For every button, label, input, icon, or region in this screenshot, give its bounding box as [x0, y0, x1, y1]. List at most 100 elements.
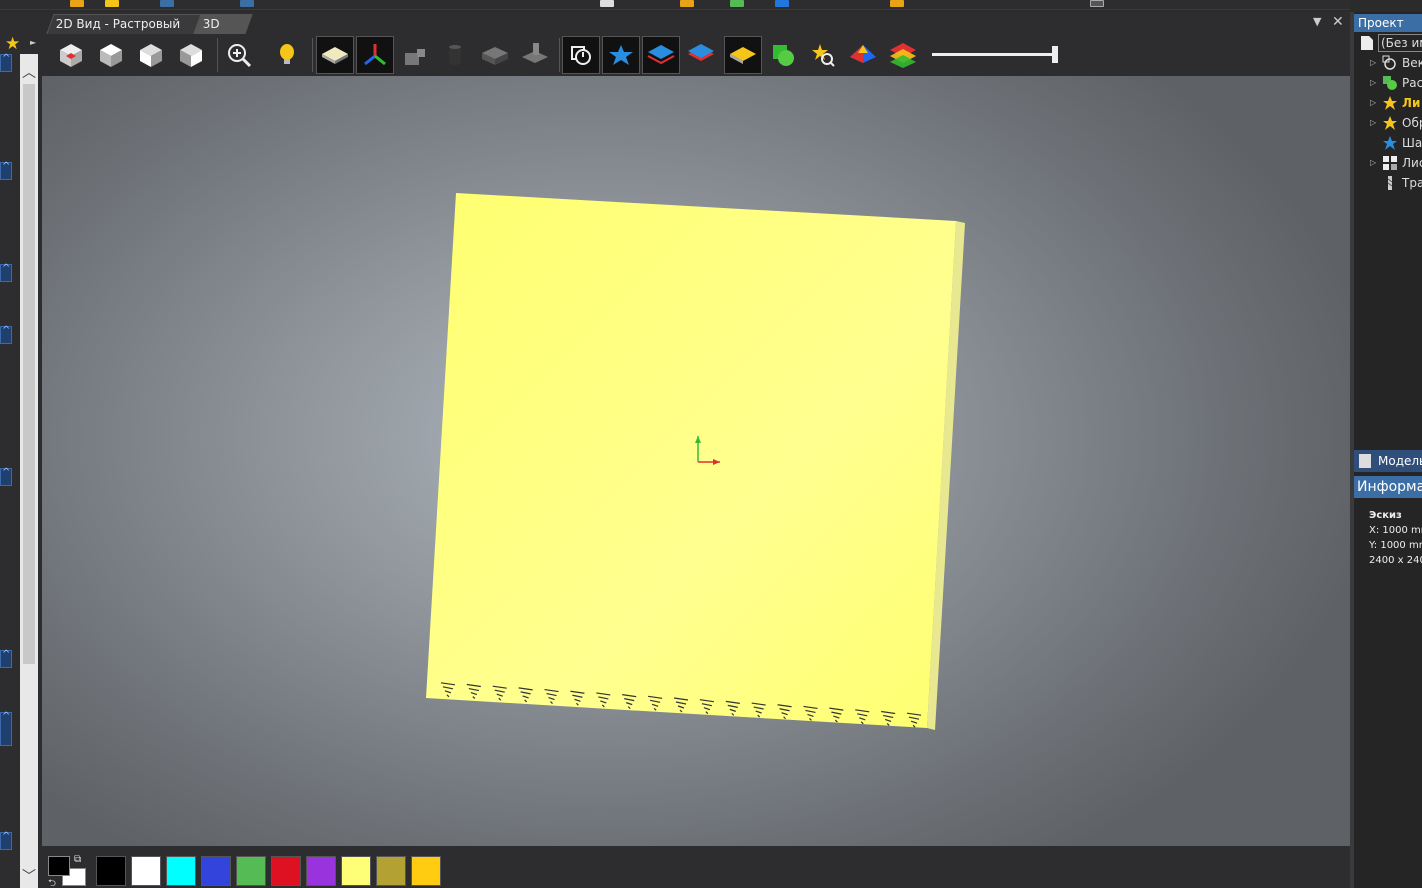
expand-arrow-icon[interactable]: ► — [30, 38, 36, 47]
color-swatch[interactable] — [271, 856, 301, 886]
color-swatch[interactable] — [201, 856, 231, 886]
expand-arrow-icon[interactable]: ▷ — [1370, 93, 1376, 113]
expand-arrow-icon[interactable]: ▷ — [1370, 53, 1376, 73]
zoom-extents-icon[interactable] — [220, 36, 258, 74]
slider-handle[interactable] — [1052, 46, 1058, 63]
expand-arrow-icon[interactable]: ▷ — [1370, 73, 1376, 93]
show-layers-icon[interactable] — [642, 36, 680, 74]
menu-icon[interactable] — [600, 0, 614, 7]
view-right-icon[interactable] — [172, 36, 210, 74]
tree-root[interactable]: (Без им — [1354, 33, 1422, 53]
tree-item-label: Лис — [1402, 156, 1422, 170]
tab-list-dropdown-icon[interactable]: ▼ — [1313, 15, 1321, 28]
collapsed-panel-tab[interactable] — [0, 161, 12, 180]
color-swatch[interactable] — [306, 856, 336, 886]
info-size: 2400 x 240 — [1369, 555, 1422, 566]
toolpath-icon — [1382, 175, 1398, 191]
light-bulb-icon[interactable] — [268, 36, 306, 74]
show-cylinder-icon[interactable] — [436, 36, 474, 74]
tab-2d-view[interactable]: 2D Вид - Растровый слой — [46, 14, 202, 49]
tree-item[interactable]: ▷ Рас — [1354, 73, 1422, 93]
material-sheet — [426, 193, 965, 730]
collapsed-panel-tab[interactable] — [0, 325, 12, 344]
show-machine-icon[interactable] — [516, 36, 554, 74]
menu-icon[interactable] — [1090, 0, 1104, 7]
toolbar-separator — [217, 38, 218, 72]
tree-item[interactable]: ▷ Обр — [1354, 113, 1422, 133]
star-icon — [1382, 95, 1398, 111]
color-swatch[interactable] — [341, 856, 371, 886]
panel-title[interactable]: Проект — [1354, 14, 1422, 32]
foreground-color-swatch[interactable] — [48, 856, 70, 876]
menu-icon[interactable] — [160, 0, 174, 7]
show-vectors-icon[interactable] — [602, 36, 640, 74]
tab-model[interactable]: Модель — [1354, 450, 1422, 472]
color-swatch[interactable] — [376, 856, 406, 886]
tab-3d-view[interactable]: 3D вид — [193, 14, 253, 49]
collapsed-panel-tab[interactable] — [0, 649, 12, 668]
show-yellow-sheet-icon[interactable] — [724, 36, 762, 74]
menu-icon[interactable] — [730, 0, 744, 7]
collapsed-panel-tab[interactable] — [0, 711, 12, 746]
tree-item-label: Тра — [1402, 176, 1422, 190]
show-block-icon[interactable] — [476, 36, 514, 74]
sheets-icon — [1382, 155, 1398, 171]
show-red-layers-icon[interactable] — [682, 36, 720, 74]
blue-star-icon — [1382, 135, 1398, 151]
scrollbar-thumb[interactable] — [23, 84, 35, 664]
tree-item[interactable]: Тра — [1354, 173, 1422, 193]
menu-icon[interactable] — [890, 0, 904, 7]
rail-scrollbar[interactable]: ︿ ﹀ — [20, 54, 38, 888]
info-name: Эскиз — [1369, 510, 1402, 521]
tab-info[interactable]: Информац — [1354, 476, 1422, 498]
expand-arrow-icon[interactable]: ▷ — [1370, 113, 1376, 133]
tree-item[interactable]: ▷ Лис — [1354, 153, 1422, 173]
tree-root-label: (Без им — [1378, 34, 1422, 52]
color-palette: ⧉ ⮌ — [42, 846, 1350, 888]
color-swatch[interactable] — [131, 856, 161, 886]
tree-item[interactable]: Ша — [1354, 133, 1422, 153]
view-top-icon[interactable] — [92, 36, 130, 74]
toolbar-separator — [559, 38, 560, 72]
expand-arrow-icon[interactable]: ▷ — [1370, 153, 1376, 173]
toolbar-separator — [312, 38, 313, 72]
close-view-icon[interactable]: ✕ — [1332, 14, 1344, 30]
color-swatch[interactable] — [166, 856, 196, 886]
show-component-search-icon[interactable] — [804, 36, 842, 74]
show-fixtures-icon[interactable] — [396, 36, 434, 74]
show-axes-icon[interactable] — [356, 36, 394, 74]
collapsed-panel-tab[interactable] — [0, 467, 12, 486]
menu-icon[interactable] — [70, 0, 84, 7]
collapsed-panel-tab[interactable] — [0, 831, 12, 850]
document-icon — [1360, 35, 1376, 51]
reset-colors-icon[interactable]: ⮌ — [48, 876, 56, 888]
swap-colors-icon[interactable]: ⧉ — [74, 854, 81, 865]
collapsed-panel-tab[interactable] — [0, 263, 12, 282]
scroll-up-icon[interactable]: ︿ — [20, 62, 38, 82]
menu-icon[interactable] — [775, 0, 789, 7]
tree-item[interactable]: ▷ Век — [1354, 53, 1422, 73]
show-material-icon[interactable] — [316, 36, 354, 74]
favorites-star-icon[interactable]: ★ — [5, 34, 20, 54]
opacity-slider[interactable] — [932, 46, 1058, 63]
menu-icon[interactable] — [240, 0, 254, 7]
app-window: д ✕ 2D Вид - Растровый слой 3D вид ▼ ✕ ★… — [0, 0, 1422, 888]
color-swatch[interactable] — [236, 856, 266, 886]
left-rail: ★ ► ︿ ﹀ — [0, 34, 42, 888]
color-swatch[interactable] — [411, 856, 441, 886]
scroll-down-icon[interactable]: ﹀ — [20, 866, 38, 886]
info-y: Y: 1000 mr — [1369, 540, 1422, 551]
show-toolpath-preview-icon[interactable] — [562, 36, 600, 74]
tree-item[interactable]: ▷ Ли — [1354, 93, 1422, 113]
show-colors-icon[interactable] — [884, 36, 922, 74]
menu-icon[interactable] — [105, 0, 119, 7]
tree-item-label: Ли — [1402, 96, 1421, 110]
color-swatch[interactable] — [96, 856, 126, 886]
view-iso-icon[interactable] — [52, 36, 90, 74]
menu-icon[interactable] — [680, 0, 694, 7]
collapsed-panel-tab[interactable] — [0, 53, 12, 72]
3d-viewport[interactable] — [42, 76, 1350, 846]
show-color-layer-icon[interactable] — [844, 36, 882, 74]
show-objects-icon[interactable] — [764, 36, 802, 74]
view-front-icon[interactable] — [132, 36, 170, 74]
